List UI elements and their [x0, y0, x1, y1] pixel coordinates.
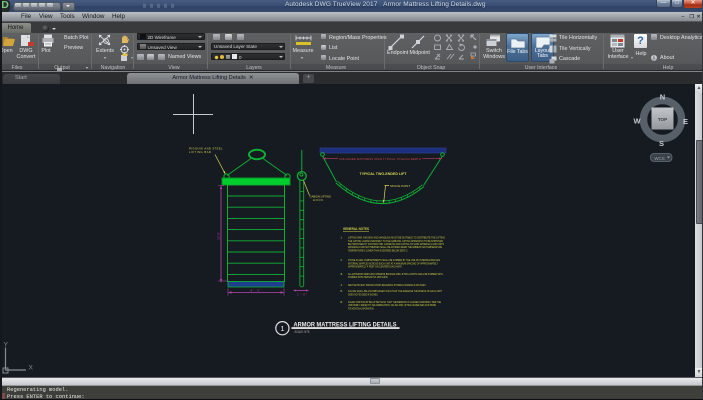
svg-text:W: W — [633, 117, 641, 126]
svg-text:1.: 1. — [341, 236, 343, 240]
svg-text:LIFTING BAR: LIFTING BAR — [189, 150, 211, 154]
svg-text:FORMED WITH TENSAR SX-1500 GRI: FORMED WITH TENSAR SX-1500 GRID. — [348, 275, 388, 279]
svg-text:TYPICAL TWO-ENDED LIFT: TYPICAL TWO-ENDED LIFT — [360, 172, 408, 176]
svg-text:HOOK: HOOK — [313, 198, 323, 202]
svg-text:SCALE: NTS: SCALE: NTS — [295, 330, 311, 334]
svg-text:SPLICE POINT: SPLICE POINT — [390, 184, 410, 188]
svg-text:X: X — [29, 365, 34, 372]
svg-text:SEE THE PROJECT SPECIFICATIONS: SEE THE PROJECT SPECIFICATIONS REGARDING… — [348, 283, 426, 287]
svg-text:Y: Y — [4, 342, 9, 349]
svg-text:FOR ADDITIONAL INFORMATION.: FOR ADDITIONAL INFORMATION. — [348, 306, 374, 310]
svg-text:RIGGING AND STEEL: RIGGING AND STEEL — [189, 147, 223, 151]
svg-text:E: E — [683, 117, 688, 126]
svg-text:TEMPERATURE IS LOWER THAN 0 DE: TEMPERATURE IS LOWER THAN 0 DEGREES BELO… — [348, 248, 408, 252]
svg-text:APPROXIMATELY 4 FEET ON CENTER: APPROXIMATELY 4 FEET ON CENTERS EACH WAY — [348, 265, 402, 269]
svg-text:N: N — [660, 93, 665, 102]
svg-text:3.: 3. — [341, 272, 343, 276]
svg-text:WCS: WCS — [654, 156, 664, 161]
svg-text:4.: 4. — [341, 283, 343, 287]
svg-text:S: S — [659, 139, 664, 148]
svg-text:GABION LIFTING: GABION LIFTING — [310, 195, 332, 199]
svg-text:1: 1 — [280, 324, 284, 333]
svg-text:5.: 5. — [341, 289, 343, 293]
svg-text:12'-0": 12'-0" — [217, 232, 221, 240]
svg-text:1'-6": 1'-6" — [297, 293, 307, 297]
svg-text:UNLOADED MATTRESS SPAN TYPICAL: UNLOADED MATTRESS SPAN TYPICAL TO EACH B… — [339, 157, 421, 161]
svg-text:6.: 6. — [341, 300, 343, 304]
svg-text:2.: 2. — [341, 258, 343, 262]
svg-text:8'-0": 8'-0" — [251, 289, 262, 293]
svg-text:DOES NOT EXCEED 9 INCHES.: DOES NOT EXCEED 9 INCHES. — [348, 292, 378, 296]
svg-text:TOP: TOP — [658, 117, 667, 122]
svg-text:GENERAL NOTES: GENERAL NOTES — [343, 227, 370, 231]
